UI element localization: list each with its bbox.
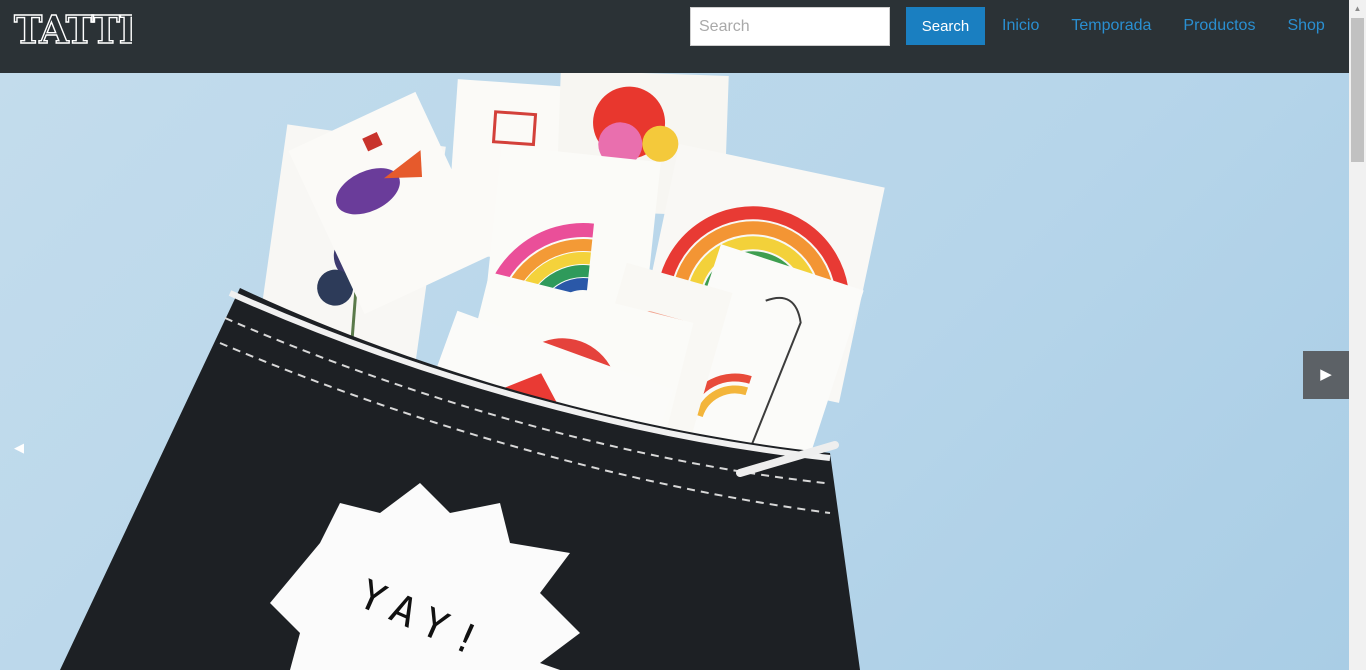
chevron-left-icon[interactable]: ◀ <box>14 441 30 455</box>
hero-carousel: YAY! ◀ ▶ <box>0 73 1349 670</box>
hero-image: YAY! <box>60 73 885 670</box>
nav-link-temporada[interactable]: Temporada <box>1071 16 1151 36</box>
logo-text: TATTLY <box>14 7 132 49</box>
nav-link-productos[interactable]: Productos <box>1183 16 1255 36</box>
page-scrollbar[interactable]: ▲ <box>1349 0 1366 670</box>
chevron-right-icon[interactable]: ▶ <box>1303 351 1349 399</box>
scroll-thumb[interactable] <box>1351 18 1364 162</box>
search-input[interactable] <box>690 7 890 46</box>
search-button[interactable]: Search <box>906 7 985 45</box>
scroll-up-icon[interactable]: ▲ <box>1349 0 1366 17</box>
main-nav: Inicio Temporada Productos Shop <box>1002 16 1325 36</box>
nav-link-inicio[interactable]: Inicio <box>1002 16 1039 36</box>
nav-link-shop[interactable]: Shop <box>1287 16 1324 36</box>
tattly-logo[interactable]: TATTLY <box>12 3 132 49</box>
top-navigation-bar: TATTLY Search Inicio Temporada Productos… <box>0 0 1349 73</box>
